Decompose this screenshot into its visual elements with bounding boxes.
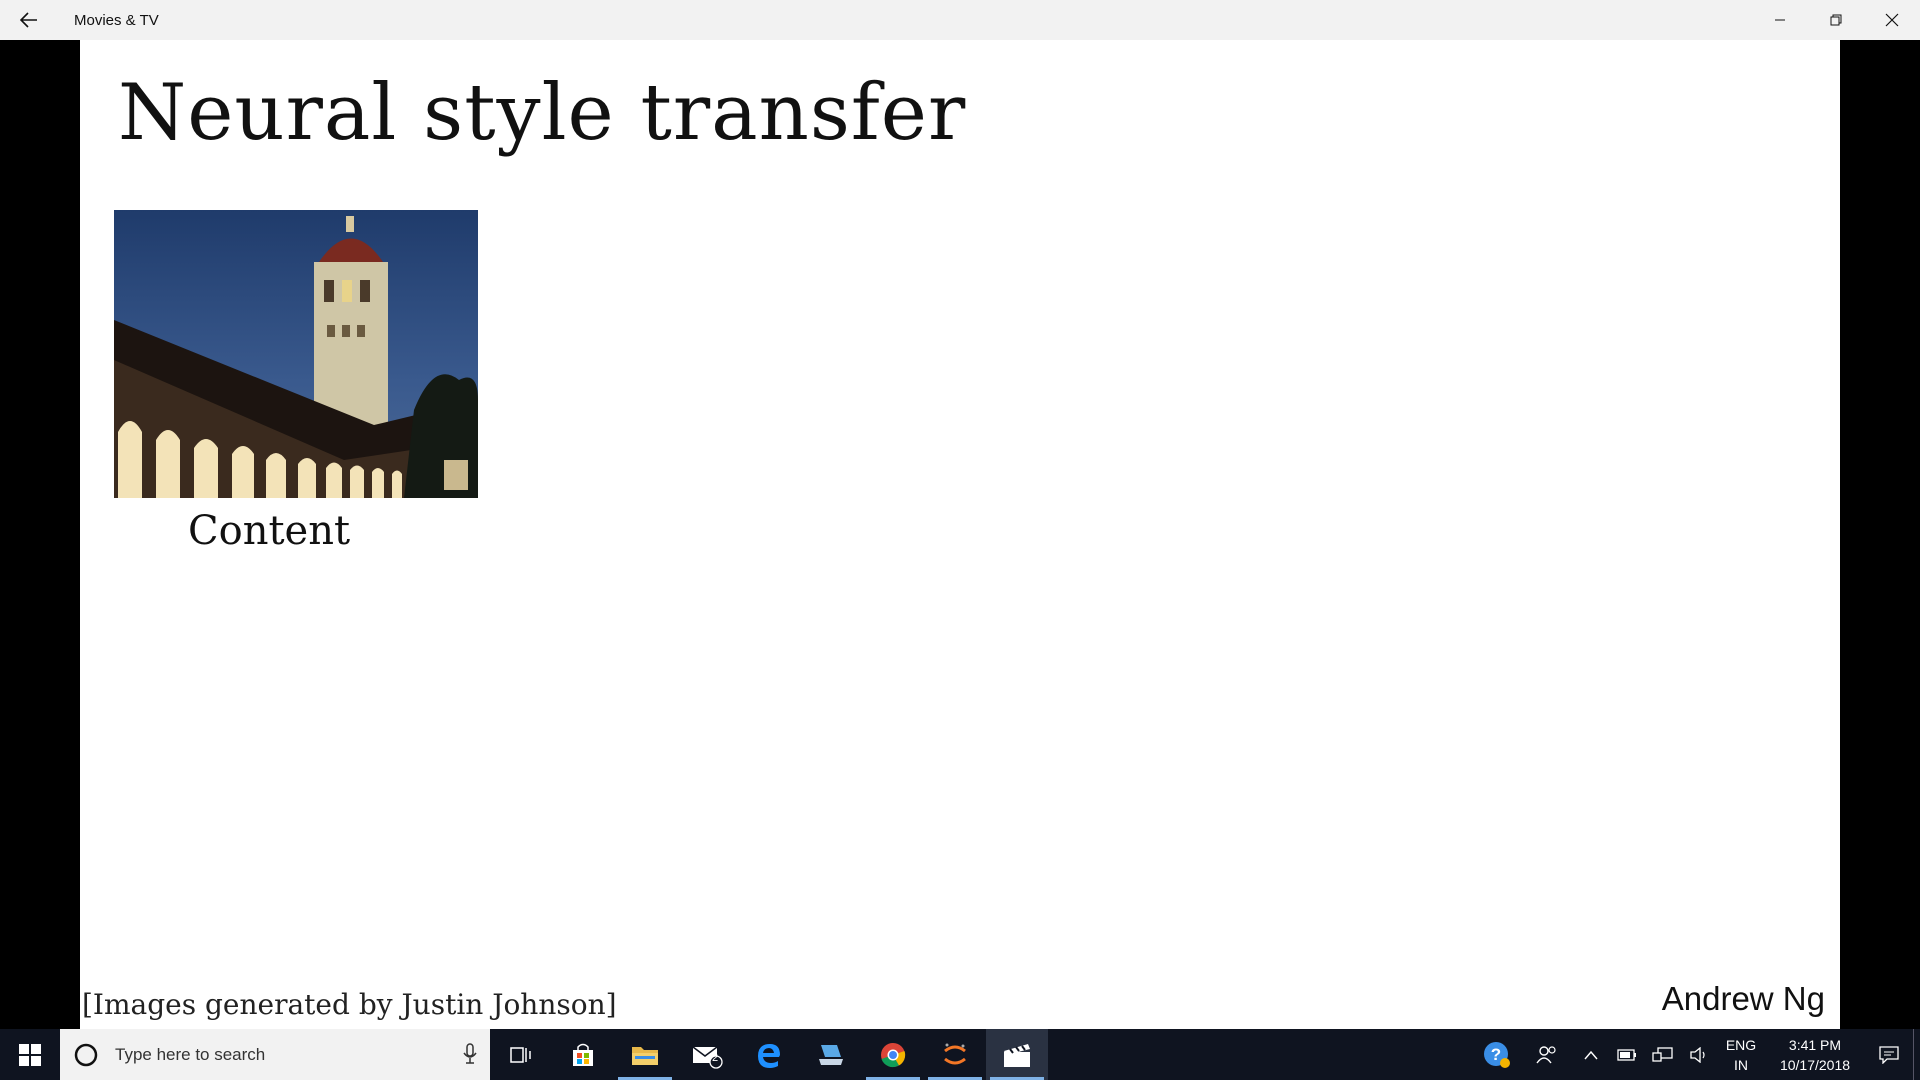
- clock-button[interactable]: 3:41 PM 10/17/2018: [1765, 1035, 1865, 1075]
- windows-taskbar: 2: [0, 1029, 1920, 1080]
- window-controls: [1752, 0, 1920, 40]
- windows-logo-icon: [19, 1043, 41, 1066]
- image-credit: [Images generated by Justin Johnson]: [82, 988, 617, 1021]
- people-icon: [1536, 1045, 1556, 1063]
- chrome-icon: [881, 1042, 906, 1067]
- back-arrow-icon: [20, 12, 37, 28]
- taskbar-chrome[interactable]: [862, 1029, 924, 1080]
- taskbar-store[interactable]: [552, 1029, 614, 1080]
- devices-icon: [819, 1044, 843, 1065]
- minimize-button[interactable]: [1752, 0, 1808, 40]
- battery-button[interactable]: [1609, 1029, 1645, 1080]
- action-center-button[interactable]: [1865, 1029, 1913, 1080]
- video-player[interactable]: Neural style transfer Content [Images ge…: [0, 40, 1920, 1029]
- jupyter-icon: [944, 1043, 966, 1064]
- task-view-icon: [510, 1046, 531, 1063]
- taskbar-edge[interactable]: [738, 1029, 800, 1080]
- taskbar-file-explorer[interactable]: [614, 1029, 676, 1080]
- speaker-icon: [1690, 1046, 1705, 1063]
- clock-date: 10/17/2018: [1779, 1056, 1851, 1073]
- store-icon: [573, 1043, 593, 1066]
- svg-text:?: ?: [1491, 1045, 1501, 1064]
- content-label: Content: [188, 508, 351, 554]
- close-icon: [1885, 13, 1899, 27]
- mail-icon: [692, 1045, 723, 1069]
- window-title: Movies & TV: [74, 11, 159, 29]
- minimize-icon: [1775, 19, 1785, 21]
- taskbar-movies-tv[interactable]: [986, 1029, 1048, 1080]
- system-tray: ? ENG IN 3:41 PM 10/17/2018: [1473, 1029, 1920, 1080]
- mail-badge: 2: [712, 1052, 719, 1064]
- edge-icon: [758, 1043, 780, 1068]
- help-icon: ?: [1484, 1041, 1510, 1068]
- back-button[interactable]: [0, 0, 58, 40]
- chevron-up-icon: [1584, 1050, 1598, 1059]
- microphone-icon[interactable]: [462, 1042, 478, 1066]
- search-input[interactable]: [113, 1043, 437, 1066]
- cortana-icon: [73, 1042, 99, 1068]
- volume-button[interactable]: [1681, 1029, 1717, 1080]
- network-button[interactable]: [1645, 1029, 1681, 1080]
- author-name: Andrew Ng: [1661, 980, 1825, 1017]
- slide-title: Neural style transfer: [118, 68, 967, 158]
- people-button[interactable]: [1521, 1029, 1573, 1080]
- restore-icon: [1830, 14, 1842, 26]
- restore-button[interactable]: [1808, 0, 1864, 40]
- clock-time: 3:41 PM: [1788, 1036, 1842, 1053]
- region-code: IN: [1734, 1056, 1748, 1073]
- window-titlebar: Movies & TV: [0, 0, 1920, 40]
- show-desktop-button[interactable]: [1913, 1029, 1920, 1080]
- help-button[interactable]: ?: [1473, 1029, 1521, 1080]
- close-button[interactable]: [1864, 0, 1920, 40]
- taskbar-mail[interactable]: 2: [676, 1029, 738, 1080]
- content-image: [114, 210, 478, 498]
- notification-icon: [1879, 1045, 1899, 1064]
- file-explorer-icon: [632, 1046, 658, 1065]
- input-language-button[interactable]: ENG IN: [1717, 1035, 1765, 1075]
- taskbar-search[interactable]: [60, 1029, 490, 1080]
- movies-tv-icon: [1004, 1043, 1030, 1067]
- lecture-slide: Neural style transfer Content [Images ge…: [80, 40, 1840, 1029]
- task-view-button[interactable]: [490, 1029, 552, 1080]
- start-button[interactable]: [0, 1029, 60, 1080]
- battery-icon: [1617, 1048, 1636, 1061]
- taskbar-jupyter[interactable]: [924, 1029, 986, 1080]
- network-icon: [1652, 1046, 1673, 1062]
- show-hidden-icons-button[interactable]: [1573, 1029, 1609, 1080]
- language-code: ENG: [1725, 1036, 1757, 1053]
- taskbar-devices-app[interactable]: [800, 1029, 862, 1080]
